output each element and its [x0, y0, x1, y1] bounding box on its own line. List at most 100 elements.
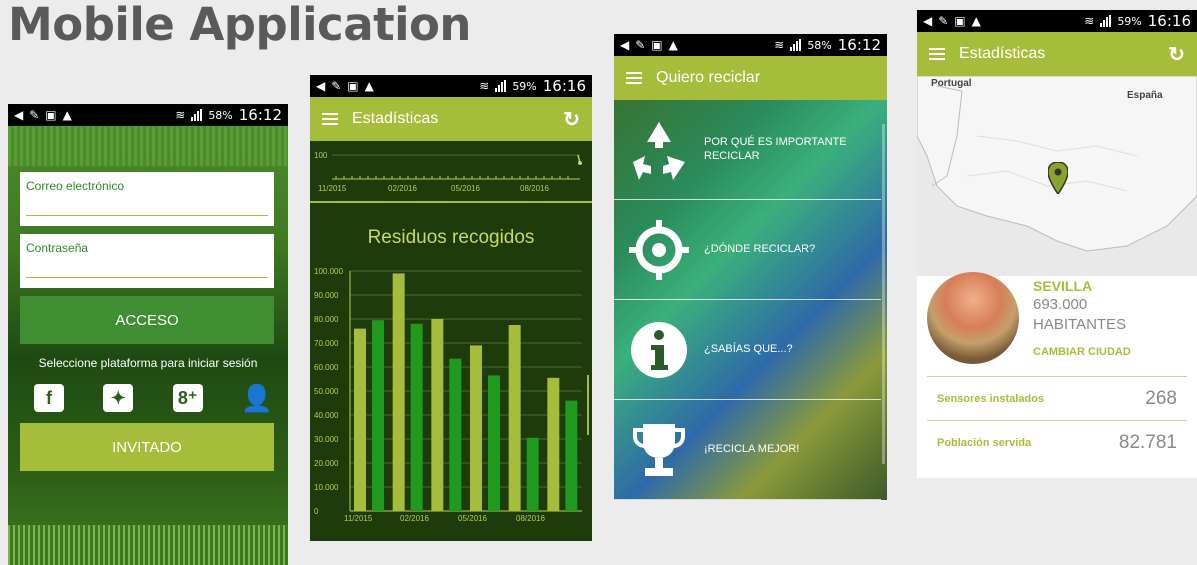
battery-percent: 59% [1117, 14, 1142, 28]
facebook-icon[interactable]: f [34, 384, 64, 412]
y-tick-label: 0 [314, 507, 319, 516]
warning-icon: ▲ [62, 108, 72, 122]
wifi-icon: ≋ [1084, 14, 1095, 28]
info-icon [626, 317, 692, 383]
y-tick-label: 30.000 [314, 435, 339, 444]
app-bar-title: Estadísticas [959, 45, 1046, 62]
mini-y-tick: 100 [314, 151, 328, 160]
x-tick-label: 11/2015 [344, 514, 373, 523]
image-icon: ▣ [45, 108, 57, 122]
wrench-icon: ✎ [29, 108, 40, 122]
stat-row-population-served: Población servida 82.781 [927, 420, 1187, 464]
bar [508, 325, 521, 511]
clock: 16:16 [1147, 12, 1191, 30]
bar [372, 320, 384, 511]
refresh-icon[interactable]: ↻ [1168, 42, 1185, 67]
status-bar: ◀ ✎ ▣ ▲ ≋ 58% 16:12 [614, 34, 887, 56]
clock: 16:12 [238, 106, 282, 124]
target-icon [626, 217, 692, 283]
access-button[interactable]: ACCESO [20, 296, 274, 344]
notification-icon: ◀ [14, 108, 24, 122]
city-name: SEVILLA [1033, 278, 1093, 294]
grass-background-bottom [8, 525, 288, 565]
warning-icon: ▲ [668, 38, 678, 52]
status-bar: ◀ ✎ ▣ ▲ ≋ 59% 16:16 [917, 10, 1197, 32]
trophy-icon [626, 417, 692, 483]
battery-percent: 58% [208, 108, 233, 122]
bar [392, 273, 405, 511]
menu-item-where-recycle[interactable]: ¿DÓNDE RECICLAR? [614, 200, 881, 300]
menu-label: ¡RECICLA MEJOR! [704, 442, 800, 455]
wrench-icon: ✎ [635, 38, 646, 52]
menu-item-did-you-know[interactable]: ¿SABÍAS QUE...? [614, 300, 881, 400]
y-tick-label: 50.000 [314, 387, 339, 396]
map-pin-icon[interactable] [1047, 161, 1069, 199]
y-tick-label: 70.000 [314, 339, 339, 348]
password-field[interactable]: Contraseña [20, 234, 274, 288]
password-label: Contraseña [26, 241, 89, 255]
mini-x-tick-label: 05/2016 [451, 184, 480, 193]
x-tick-label: 02/2016 [400, 514, 429, 523]
bar [470, 345, 482, 511]
grass-background [8, 126, 288, 166]
scrollbar[interactable] [882, 124, 885, 464]
social-login-row: f ✦ 8⁺ 👤 [34, 383, 273, 413]
y-tick-label: 20.000 [314, 459, 339, 468]
wifi-icon: ≋ [774, 38, 785, 52]
clock: 16:12 [837, 36, 881, 54]
image-icon: ▣ [651, 38, 663, 52]
recycle-screen: ◀ ✎ ▣ ▲ ≋ 58% 16:12 Quiero reciclar POR QUÉ E… [614, 34, 887, 500]
mini-series-point [578, 161, 582, 165]
battery-percent: 58% [807, 38, 832, 52]
menu-icon[interactable] [626, 72, 642, 84]
menu-label: ¿DÓNDE RECICLAR? [704, 242, 816, 255]
bar [547, 377, 560, 511]
y-tick-label: 10.000 [314, 483, 339, 492]
menu-item-why-recycle[interactable]: POR QUÉ ES IMPORTANTE RECICLAR [614, 100, 881, 200]
platform-prompt: Seleccione plataforma para iniciar sesió… [38, 356, 258, 370]
login-screen: ◀ ✎ ▣ ▲ ≋ 58% 16:12 Correo electrónico Contra… [8, 104, 288, 565]
bar [565, 400, 578, 511]
y-tick-label: 60.000 [314, 363, 339, 372]
bar [526, 437, 539, 511]
image-icon: ▣ [954, 14, 966, 28]
bar-chart: 100 11/2015 02/2016 05/2016 08/2016 0 10.000 20… [314, 151, 589, 523]
statistics-screen: ◀ ✎ ▣ ▲ ≋ 59% 16:16 Estadísticas ↻ Residuos r… [310, 75, 592, 541]
warning-icon: ▲ [971, 14, 981, 28]
stat-label: Población servida [937, 436, 1032, 449]
inhabitants-label: HABITANTES [1033, 316, 1127, 333]
bar [488, 375, 500, 511]
x-tick-label: 05/2016 [458, 514, 487, 523]
email-label: Correo electrónico [26, 179, 125, 193]
bar [449, 358, 462, 511]
mini-x-tick-label: 11/2015 [318, 184, 347, 193]
notification-icon: ◀ [923, 14, 933, 28]
recycle-icon [626, 117, 692, 183]
email-underline [26, 215, 268, 216]
guest-button[interactable]: INVITADO [20, 423, 274, 471]
email-field[interactable]: Correo electrónico [20, 172, 274, 226]
status-bar: ◀ ✎ ▣ ▲ ≋ 58% 16:12 [8, 104, 288, 126]
city-population: 693.000 [1033, 296, 1088, 313]
signal-icon [191, 109, 203, 121]
stat-value: 268 [1145, 387, 1177, 409]
signal-icon [1100, 15, 1112, 27]
notification-icon: ◀ [620, 38, 630, 52]
mini-x-tick-label: 08/2016 [520, 184, 549, 193]
map[interactable]: Portugal España [917, 76, 1197, 276]
change-city-link[interactable]: CAMBIAR CIUDAD [1033, 346, 1131, 358]
y-tick-label: 80.000 [314, 315, 339, 324]
stat-row-sensors: Sensores instalados 268 [927, 376, 1187, 420]
menu-icon[interactable] [929, 48, 945, 60]
add-user-icon[interactable]: 👤 [241, 383, 273, 413]
map-label-portugal: Portugal [931, 78, 972, 89]
x-tick-label: 08/2016 [516, 514, 545, 523]
menu-item-recycle-better[interactable]: ¡RECICLA MEJOR! [614, 400, 881, 500]
map-label-espana: España [1127, 90, 1163, 101]
google-plus-icon[interactable]: 8⁺ [172, 384, 203, 412]
city-photo [927, 272, 1019, 364]
password-underline [26, 277, 268, 278]
twitter-icon[interactable]: ✦ [103, 384, 134, 412]
page-heading: Mobile Application [8, 0, 471, 51]
menu-label: POR QUÉ ES IMPORTANTE RECICLAR [704, 136, 847, 162]
